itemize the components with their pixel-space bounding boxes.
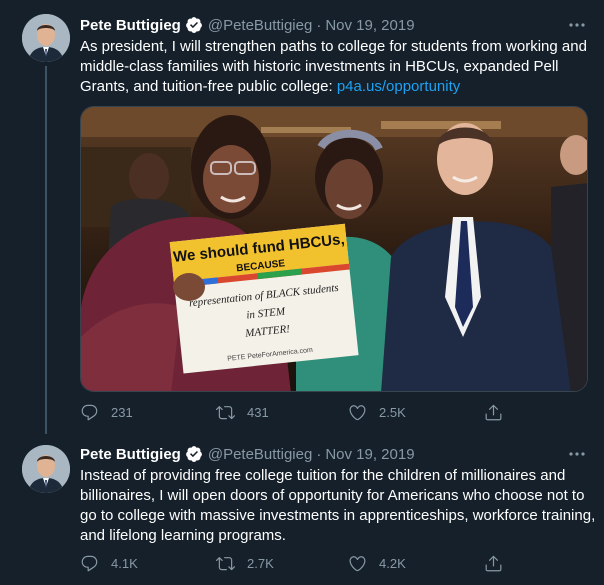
author-handle[interactable]: @PeteButtigieg — [208, 446, 312, 463]
tweet-actions: 4.1K 2.7K 4.2K — [80, 552, 520, 574]
retweet-icon — [216, 556, 235, 570]
tweet-text: Instead of providing free college tuitio… — [80, 467, 596, 544]
tweet-link[interactable]: p4a.us/opportunity — [337, 78, 460, 95]
retweet-button[interactable]: 2.7K — [216, 554, 274, 573]
reply-count: 231 — [111, 404, 133, 420]
tweet-header: Pete Buttigieg @PeteButtigieg · Nov 19, … — [80, 443, 592, 465]
more-options-icon[interactable] — [566, 14, 588, 36]
like-count: 4.2K — [379, 555, 406, 571]
share-icon — [485, 555, 502, 571]
separator-dot: · — [316, 16, 322, 34]
like-count: 2.5K — [379, 404, 406, 420]
avatar[interactable] — [22, 445, 70, 493]
tweet[interactable]: Pete Buttigieg @PeteButtigieg · Nov 19, … — [0, 435, 604, 585]
verified-badge-icon — [185, 17, 202, 33]
tweet-text: As president, I will strengthen paths to… — [80, 37, 596, 97]
reply-icon — [81, 555, 98, 571]
heart-icon — [349, 555, 366, 571]
share-icon — [485, 404, 502, 420]
tweet-header: Pete Buttigieg @PeteButtigieg · Nov 19, … — [80, 14, 592, 36]
tweet-date[interactable]: Nov 19, 2019 — [325, 17, 414, 34]
author-name[interactable]: Pete Buttigieg — [80, 17, 181, 34]
like-button[interactable]: 2.5K — [348, 403, 406, 422]
more-options-icon[interactable] — [566, 443, 588, 465]
separator-dot: · — [316, 445, 322, 463]
reply-button[interactable]: 231 — [80, 403, 133, 422]
heart-icon — [349, 404, 366, 420]
tweet[interactable]: Pete Buttigieg @PeteButtigieg · Nov 19, … — [0, 0, 604, 435]
retweet-count: 2.7K — [247, 555, 274, 571]
reply-count: 4.1K — [111, 555, 138, 571]
author-name[interactable]: Pete Buttigieg — [80, 446, 181, 463]
retweet-icon — [216, 405, 235, 419]
share-button[interactable] — [484, 554, 503, 573]
tweet-photo[interactable]: We should fund HBCUs, BECAUSE representa… — [80, 106, 588, 392]
author-handle[interactable]: @PeteButtigieg — [208, 17, 312, 34]
retweet-count: 431 — [247, 404, 269, 420]
avatar[interactable] — [22, 14, 70, 62]
verified-badge-icon — [185, 446, 202, 462]
tweet-date[interactable]: Nov 19, 2019 — [325, 446, 414, 463]
retweet-button[interactable]: 431 — [216, 403, 269, 422]
tweet-actions: 231 431 2.5K — [80, 401, 520, 423]
tweet-text-body: As president, I will strengthen paths to… — [80, 38, 587, 95]
like-button[interactable]: 4.2K — [348, 554, 406, 573]
share-button[interactable] — [484, 403, 503, 422]
reply-button[interactable]: 4.1K — [80, 554, 138, 573]
reply-icon — [81, 404, 98, 420]
